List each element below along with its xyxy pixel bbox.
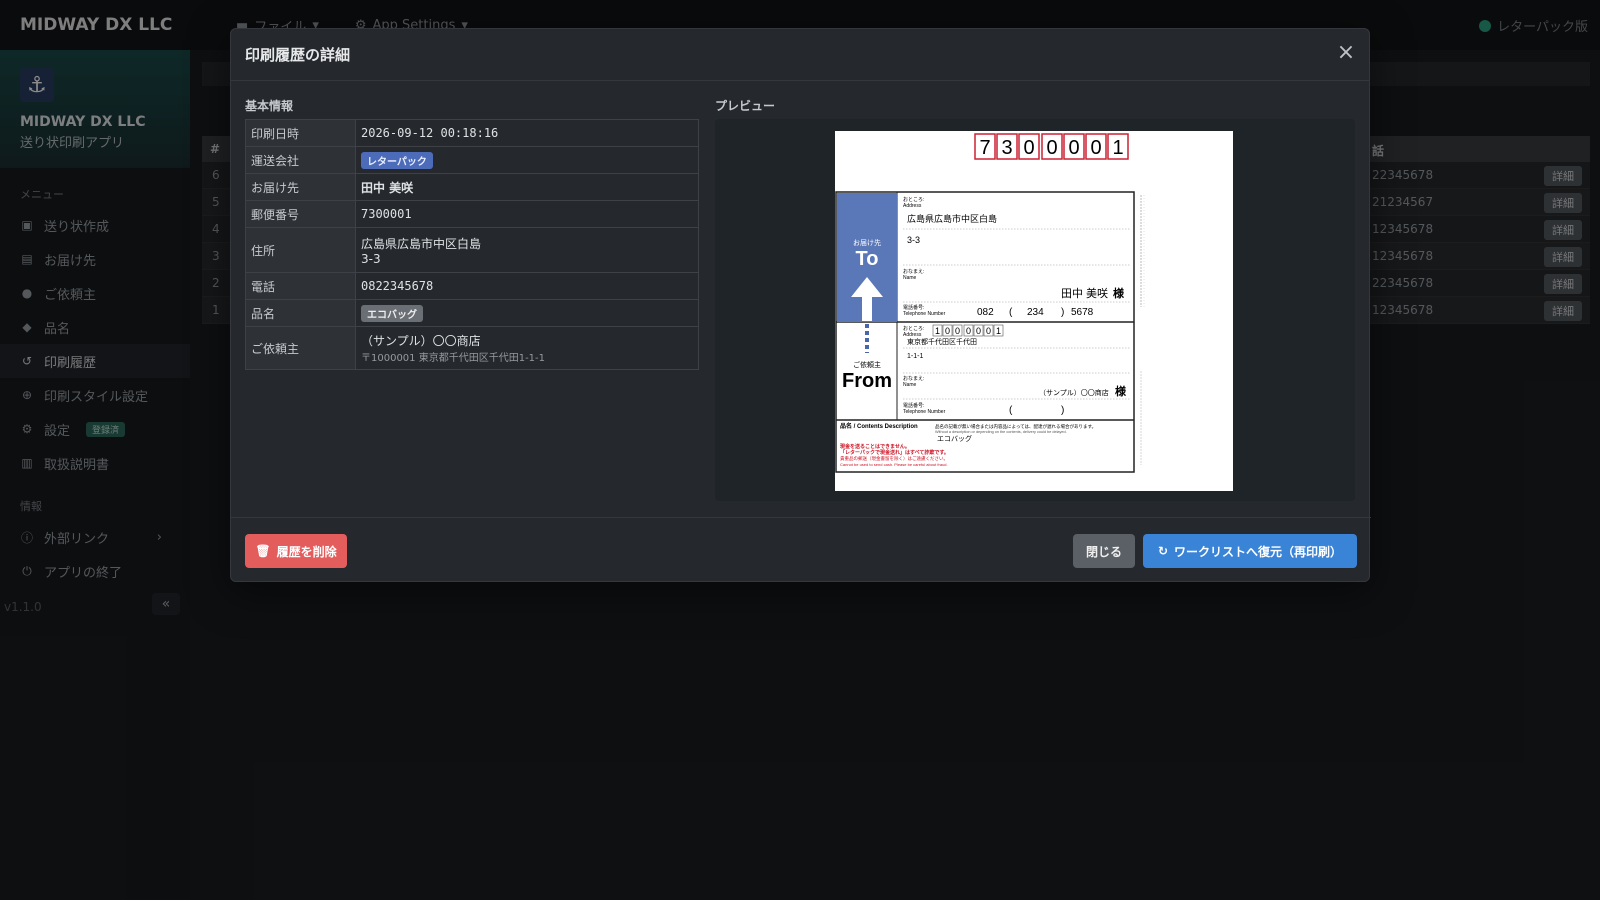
svg-text:様: 様 xyxy=(1113,286,1125,300)
svg-text:Telephone Number: Telephone Number xyxy=(903,311,946,317)
trash-icon: 🗑 xyxy=(255,544,271,558)
row-sender: ご依頼主 （サンプル）〇〇商店 〒1000001 東京都千代田区千代田1-1-1 xyxy=(245,326,699,370)
address-line1: 広島県広島市中区白島 xyxy=(361,236,482,251)
svg-text:7: 7 xyxy=(979,137,990,159)
svg-text:1-1-1: 1-1-1 xyxy=(907,353,923,360)
item-badge: エコバッグ xyxy=(361,304,423,322)
from-postal-boxes: 1 0 0 0 0 0 1 xyxy=(932,324,1004,337)
svg-text:0: 0 xyxy=(1090,137,1101,159)
postal-value: 7300001 xyxy=(355,200,699,228)
printed-at-value: 2026-09-12 00:18:16 xyxy=(355,119,699,147)
close-icon[interactable]: × xyxy=(1335,42,1357,65)
svg-text:Address: Address xyxy=(903,332,922,338)
svg-text:0: 0 xyxy=(1023,137,1034,159)
svg-text:0: 0 xyxy=(986,326,991,336)
svg-text:（サンプル）〇〇商店: （サンプル）〇〇商店 xyxy=(1039,388,1109,397)
svg-text:おところ:: おところ: xyxy=(903,196,924,203)
restore-reprint-button[interactable]: ↻ ワークリストへ復元（再印刷） xyxy=(1143,534,1357,568)
row-printed-at: 印刷日時 2026-09-12 00:18:16 xyxy=(245,119,699,147)
svg-text:082: 082 xyxy=(977,307,994,318)
svg-text:To: To xyxy=(856,248,879,270)
svg-text:5678: 5678 xyxy=(1071,307,1094,318)
svg-text:0: 0 xyxy=(966,326,971,336)
modal-footer: 🗑 履歴を削除 閉じる ↻ ワークリストへ復元（再印刷） xyxy=(231,517,1371,583)
phone-value: 0822345678 xyxy=(355,272,699,300)
row-item: 品名 エコバッグ xyxy=(245,299,699,327)
svg-text:東京都千代田区千代田: 東京都千代田区千代田 xyxy=(907,337,977,346)
svg-text:Cannot be used to send cash. P: Cannot be used to send cash. Please be c… xyxy=(840,462,948,467)
svg-text:Without a description or depen: Without a description or depending on th… xyxy=(935,430,1067,434)
svg-text:Telephone Number: Telephone Number xyxy=(903,409,946,415)
preview-title: プレビュー xyxy=(715,99,776,113)
row-phone: 電話 0822345678 xyxy=(245,272,699,300)
svg-text:): ) xyxy=(1061,405,1064,416)
recipient-value: 田中 美咲 xyxy=(355,173,699,201)
svg-text:0: 0 xyxy=(1046,137,1057,159)
svg-text:From: From xyxy=(842,370,892,392)
svg-text:1: 1 xyxy=(935,326,940,336)
sender-name: （サンプル）〇〇商店 xyxy=(361,334,481,348)
address-line2: 3-3 xyxy=(361,251,381,266)
svg-text:3: 3 xyxy=(1001,137,1012,159)
svg-text:現金を送ることはできません。: 現金を送ることはできません。 xyxy=(840,443,910,450)
svg-text:0: 0 xyxy=(1068,137,1079,159)
postal-code-boxes: 7 3 0 0 0 0 1 xyxy=(974,133,1129,160)
svg-text:様: 様 xyxy=(1115,384,1127,398)
row-address: 住所 広島県広島市中区白島 3-3 xyxy=(245,227,699,273)
svg-text:3-3: 3-3 xyxy=(907,235,920,245)
svg-text:0: 0 xyxy=(945,326,950,336)
svg-text:Address: Address xyxy=(903,203,922,209)
svg-text:(: ( xyxy=(1009,405,1013,416)
sender-address: 〒1000001 東京都千代田区千代田1-1-1 xyxy=(361,353,546,364)
delete-history-button[interactable]: 🗑 履歴を削除 xyxy=(245,534,347,568)
svg-text:エコバッグ: エコバッグ xyxy=(937,434,972,443)
svg-text:お届け先: お届け先 xyxy=(853,238,881,247)
basic-info-table: 印刷日時 2026-09-12 00:18:16 運送会社 レターパック お届け… xyxy=(245,119,699,370)
svg-text:): ) xyxy=(1061,307,1064,318)
svg-text:Name: Name xyxy=(903,382,917,388)
svg-text:おなまえ:: おなまえ: xyxy=(903,375,924,382)
svg-text:Name: Name xyxy=(903,275,917,281)
label-svg: 7 3 0 0 0 0 1 お届け先 To ご依頼主 From おところ: Ad… xyxy=(835,133,1145,473)
svg-text:電話番号:: 電話番号: xyxy=(903,304,924,311)
carrier-badge: レターパック xyxy=(361,151,433,169)
letterpack-label-preview: 7 3 0 0 0 0 1 お届け先 To ご依頼主 From おところ: Ad… xyxy=(835,131,1233,491)
svg-text:1: 1 xyxy=(1112,137,1123,159)
print-history-detail-modal: 印刷履歴の詳細 × 基本情報 プレビュー 印刷日時 2026-09-12 00:… xyxy=(230,28,1371,583)
svg-text:234: 234 xyxy=(1027,307,1044,318)
svg-text:「レターパックで現金送れ」はすべて詐欺です。: 「レターパックで現金送れ」はすべて詐欺です。 xyxy=(840,449,949,456)
svg-text:0: 0 xyxy=(955,326,960,336)
svg-text:広島県広島市中区白島: 広島県広島市中区白島 xyxy=(907,213,997,224)
svg-text:(: ( xyxy=(1009,307,1013,318)
svg-text:ご依頼主: ご依頼主 xyxy=(853,360,881,369)
row-postal: 郵便番号 7300001 xyxy=(245,200,699,228)
row-carrier: 運送会社 レターパック xyxy=(245,146,699,174)
close-button[interactable]: 閉じる xyxy=(1073,534,1135,568)
redo-icon: ↻ xyxy=(1157,544,1169,558)
svg-text:おところ:: おところ: xyxy=(903,325,924,332)
svg-text:品名 / Contents Description: 品名 / Contents Description xyxy=(840,422,918,430)
svg-text:おなまえ:: おなまえ: xyxy=(903,268,924,275)
modal-title: 印刷履歴の詳細 xyxy=(231,29,1369,81)
svg-text:1: 1 xyxy=(996,326,1001,336)
svg-text:貴重品の郵送（現金書留を除く）はご遠慮ください。: 貴重品の郵送（現金書留を除く）はご遠慮ください。 xyxy=(840,455,948,462)
basic-info-title: 基本情報 xyxy=(245,99,294,113)
svg-text:電話番号:: 電話番号: xyxy=(903,402,924,409)
label-preview-panel: 7 3 0 0 0 0 1 お届け先 To ご依頼主 From おところ: Ad… xyxy=(715,119,1355,501)
svg-text:0: 0 xyxy=(976,326,981,336)
row-recipient: お届け先 田中 美咲 xyxy=(245,173,699,201)
svg-text:田中 美咲: 田中 美咲 xyxy=(1061,286,1108,300)
app-window: MIDWAY DX LLC ▬ ファイル ▾ ⚙ App Settings ▾ レタ… xyxy=(0,0,1600,900)
svg-text:品名の記載が無い場合または内容品によっては、配達が遅れる場合: 品名の記載が無い場合または内容品によっては、配達が遅れる場合があります。 xyxy=(935,423,1096,430)
